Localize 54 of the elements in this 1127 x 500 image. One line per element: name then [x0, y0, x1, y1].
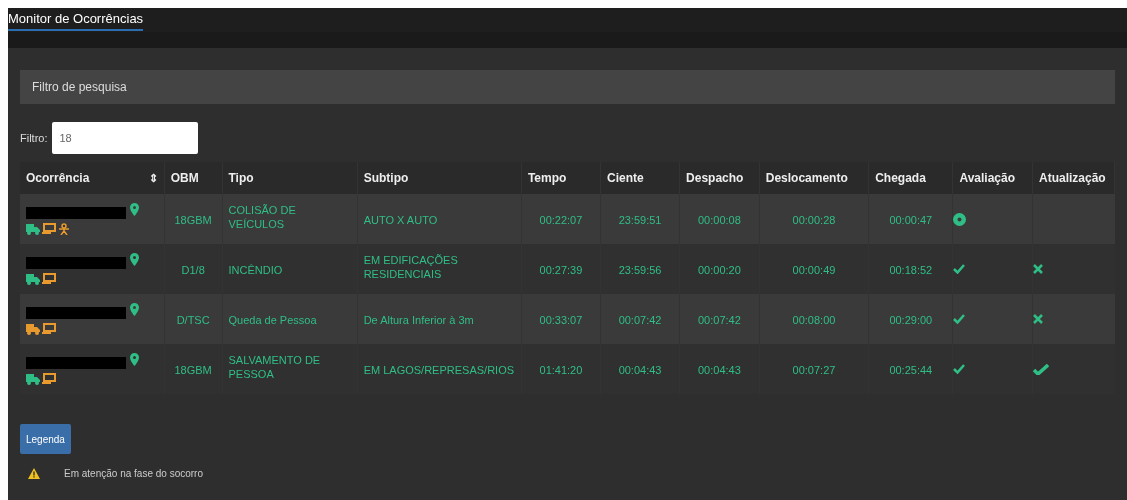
- column-header[interactable]: Tipo: [228, 171, 254, 185]
- map-pin-icon[interactable]: [130, 303, 139, 316]
- table-cell-text: SALVAMENTO DE PESSOA: [228, 353, 322, 381]
- legend-button[interactable]: Legenda: [20, 424, 71, 454]
- filter-label: Filtro:: [20, 130, 48, 146]
- table-cell: 00:18:52: [889, 263, 933, 277]
- table-cell: 00:29:00: [889, 313, 933, 327]
- table-cell: D/TSC: [176, 313, 210, 327]
- table-cell: 00:07:42: [698, 313, 741, 327]
- table-cell: 18GBM: [174, 363, 212, 377]
- table-cell: 01:41:20: [539, 363, 583, 377]
- table-cell: 00:07:42: [618, 313, 662, 327]
- map-pin-icon[interactable]: [130, 203, 139, 216]
- table-cell: 00:04:43: [698, 363, 741, 377]
- table-cell: De Altura Inferior à 3m: [363, 313, 474, 327]
- warning-icon: [28, 468, 40, 479]
- table-cell: 18GBM: [174, 213, 212, 227]
- table-cell: 23:59:56: [618, 263, 662, 277]
- table-cell: 00:04:43: [618, 363, 662, 377]
- column-header[interactable]: Ocorrência: [26, 169, 90, 187]
- column-header[interactable]: Tempo: [527, 171, 567, 185]
- table-cell: 00:00:08: [698, 213, 741, 227]
- map-pin-icon[interactable]: [130, 253, 139, 266]
- table-cell: AUTO X AUTO: [363, 213, 438, 227]
- table-cell: D1/8: [181, 263, 205, 277]
- column-header[interactable]: OBM: [170, 171, 199, 185]
- column-header[interactable]: Atualização: [1039, 171, 1106, 185]
- table-cell: 00:00:47: [889, 213, 933, 227]
- column-header[interactable]: Chegada: [875, 171, 926, 185]
- table-cell: 00:00:49: [792, 263, 836, 277]
- table-cell: INCÊNDIO: [228, 263, 283, 277]
- table-cell: 00:25:44: [889, 363, 933, 377]
- table-cell: 00:08:00: [792, 313, 836, 327]
- table-cell: 23:59:51: [618, 213, 662, 227]
- table-cell: EM LAGOS/REPRESAS/RIOS: [363, 363, 515, 377]
- column-header[interactable]: Deslocamento: [765, 171, 848, 185]
- filter-field[interactable]: 18: [51, 122, 198, 154]
- table-cell: 00:27:39: [539, 263, 583, 277]
- table-cell: 00:00:20: [698, 263, 741, 277]
- map-pin-icon[interactable]: [130, 353, 139, 366]
- table-cell: 00:00:28: [792, 213, 836, 227]
- column-header[interactable]: Ciente: [607, 171, 644, 185]
- column-header[interactable]: Subtipo: [363, 171, 409, 185]
- table-cell: 00:22:07: [539, 213, 583, 227]
- table-cell: 00:33:07: [539, 313, 583, 327]
- table-cell: Queda de Pessoa: [228, 313, 317, 327]
- sort-icon[interactable]: ⇕: [148, 169, 158, 187]
- column-header[interactable]: Avaliação: [959, 171, 1015, 185]
- column-header[interactable]: Despacho: [686, 171, 744, 185]
- table-cell-text: EM EDIFICAÇÕES RESIDENCIAIS: [363, 253, 459, 281]
- legend-text: Em atenção na fase do socorro: [64, 467, 203, 481]
- table-cell: 00:07:27: [792, 363, 836, 377]
- table-cell-text: COLISÃO DE VEÍCULOS: [228, 203, 297, 231]
- panel-title: Filtro de pesquisa: [32, 79, 127, 96]
